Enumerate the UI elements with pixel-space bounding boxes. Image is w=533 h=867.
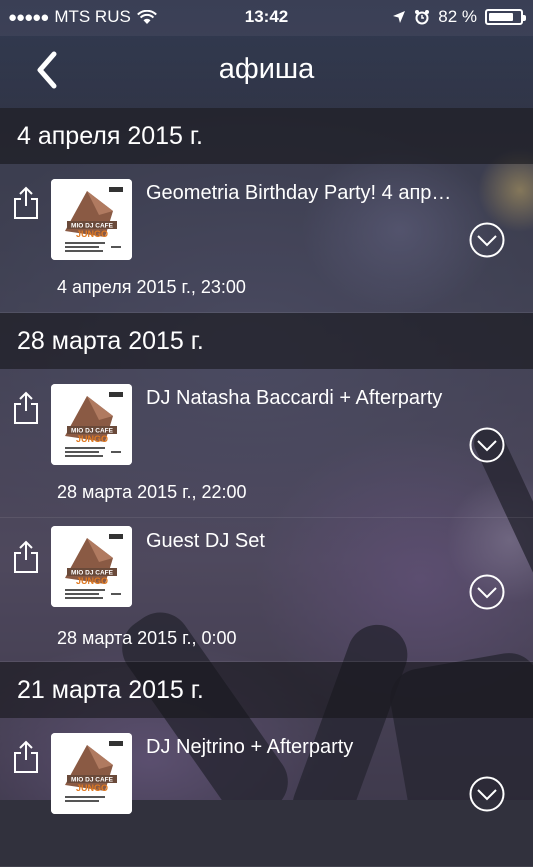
battery-icon bbox=[485, 9, 526, 25]
event-title[interactable]: Guest DJ Set bbox=[146, 530, 461, 553]
event-title[interactable]: DJ Natasha Baccardi + Afterparty bbox=[146, 387, 461, 410]
section-header: 4 апреля 2015 г. bbox=[0, 108, 533, 164]
poster-text-jungo: JUNGO bbox=[76, 783, 108, 793]
share-icon[interactable] bbox=[12, 540, 40, 574]
poster-text-jungo: JUNGO bbox=[76, 434, 108, 444]
battery-percent: 82 % bbox=[438, 7, 477, 26]
event-row[interactable]: MIO DJ CAFE JUNGO DJ Natasha Baccardi + … bbox=[0, 369, 533, 518]
event-row[interactable]: MIO DJ CAFE JUNGO Guest DJ Set 28 марта … bbox=[0, 518, 533, 662]
poster-text-jungo: JUNGO bbox=[76, 576, 108, 586]
section-header: 28 марта 2015 г. bbox=[0, 313, 533, 369]
event-thumbnail[interactable]: MIO DJ CAFE JUNGO bbox=[51, 384, 132, 465]
event-row[interactable]: MIO DJ CAFE JUNGO DJ Nejtrino + Afterpar… bbox=[0, 718, 533, 867]
event-title[interactable]: Geometria Birthday Party! 4 апреля bbox=[146, 182, 461, 205]
share-icon[interactable] bbox=[12, 186, 40, 220]
event-thumbnail[interactable]: MIO DJ CAFE JUNGO bbox=[51, 179, 132, 260]
event-poster-image: MIO DJ CAFE JUNGO bbox=[51, 733, 132, 814]
status-bar: ●●●●● MTS RUS 13:42 82 % bbox=[0, 0, 533, 36]
chevron-down-circle-icon[interactable] bbox=[469, 222, 505, 258]
battery-fill bbox=[489, 13, 513, 21]
event-title[interactable]: DJ Nejtrino + Afterparty bbox=[146, 736, 461, 759]
event-datetime: 4 апреля 2015 г., 23:00 bbox=[57, 277, 246, 297]
location-arrow-icon bbox=[393, 11, 406, 23]
navigation-bar: афиша bbox=[0, 36, 533, 108]
page-title: афиша bbox=[218, 53, 315, 85]
event-row[interactable]: MIO DJ CAFE JUNGO Geometria Birthday Par… bbox=[0, 164, 533, 313]
alarm-clock-icon bbox=[415, 10, 430, 25]
event-poster-image: MIO DJ CAFE JUNGO bbox=[51, 179, 132, 260]
event-datetime: 28 марта 2015 г., 22:00 bbox=[57, 482, 247, 502]
chevron-down-circle-icon[interactable] bbox=[469, 574, 505, 610]
poster-text-jungo: JUNGO bbox=[76, 229, 108, 239]
event-poster-image: MIO DJ CAFE JUNGO bbox=[51, 384, 132, 465]
share-icon[interactable] bbox=[12, 391, 40, 425]
chevron-down-circle-icon[interactable] bbox=[469, 427, 505, 463]
event-datetime: 28 марта 2015 г., 0:00 bbox=[57, 628, 237, 648]
event-thumbnail[interactable]: MIO DJ CAFE JUNGO bbox=[51, 733, 132, 814]
chevron-down-circle-icon[interactable] bbox=[469, 776, 505, 812]
events-list[interactable]: 4 апреля 2015 г. MIO DJ CAFE JUNGO Geome… bbox=[0, 108, 533, 867]
event-thumbnail[interactable]: MIO DJ CAFE JUNGO bbox=[51, 526, 132, 607]
event-poster-image: MIO DJ CAFE JUNGO bbox=[51, 526, 132, 607]
section-header: 21 марта 2015 г. bbox=[0, 662, 533, 718]
share-icon[interactable] bbox=[12, 740, 40, 774]
